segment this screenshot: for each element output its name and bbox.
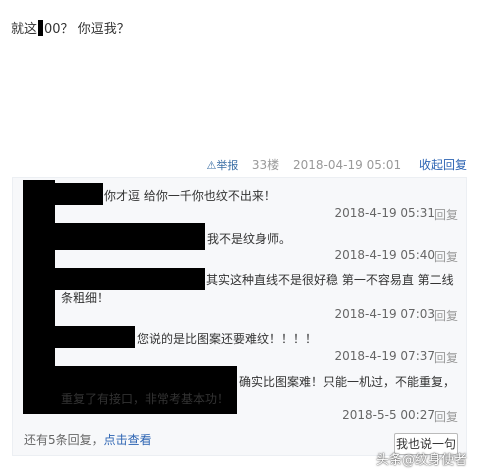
post-content: 就这 00？ 你逗我？ xyxy=(11,18,130,37)
reply-text: 我不是纹身师。 xyxy=(207,232,292,246)
collapse-replies-link[interactable]: 收起回复 xyxy=(419,158,467,172)
reply-time: 2018-5-5 00:27 xyxy=(342,408,435,422)
reply-time: 2018-4-19 05:40 xyxy=(334,248,436,262)
post-meta-bar: ⚠举报 33楼 2018-04-19 05:01 收起回复 xyxy=(207,156,467,172)
redaction-block xyxy=(55,326,135,348)
reply-button[interactable]: 回复 xyxy=(434,349,458,366)
reply-text-continued: 条粗细！ xyxy=(61,291,110,305)
reply-text: 你才逗 给你一千你也纹不出来！ xyxy=(104,189,276,203)
reply-button[interactable]: 回复 xyxy=(434,206,458,223)
post-text-before: 就这 xyxy=(11,22,38,37)
report-label: 举报 xyxy=(216,159,239,172)
post-time: 2018-04-19 05:01 xyxy=(293,158,402,172)
warning-triangle-icon: ⚠ xyxy=(206,159,217,172)
reply-button[interactable]: 回复 xyxy=(434,408,458,425)
more-replies: 还有5条回复，点击查看 xyxy=(24,431,152,448)
watermark: 头条@纹身使者 xyxy=(375,453,467,468)
redaction-block xyxy=(55,223,205,250)
reply-text: 其实这种直线不是很好稳 第一不容易直 第二线 xyxy=(206,273,454,287)
redaction-block xyxy=(38,20,44,36)
view-more-link[interactable]: 点击查看 xyxy=(104,433,152,447)
reply-time: 2018-4-19 07:37 xyxy=(334,349,436,363)
floor-number: 33楼 xyxy=(251,158,280,172)
reply-text: 确实比图案难！只能一机过，不能重复， xyxy=(239,375,456,389)
reply-text: 您说的是比图案还要难纹！！！！ xyxy=(137,332,318,346)
redaction-block xyxy=(55,183,103,205)
redaction-block xyxy=(23,180,55,414)
reply-time: 2018-4-19 05:31 xyxy=(334,206,436,220)
reply-time: 2018-4-19 07:03 xyxy=(334,307,436,321)
post-text-after: 00？ 你逗我？ xyxy=(44,22,130,37)
more-replies-text: 还有5条回复， xyxy=(24,433,104,447)
reply-list: 你才逗 给你一千你也纹不出来！ 2018-4-19 05:31 回复 我不是纹身… xyxy=(12,177,467,456)
reply-text-continued: 重复了有接口，非常考基本功！ xyxy=(61,392,230,406)
reply-button[interactable]: 回复 xyxy=(434,307,458,324)
redaction-block xyxy=(55,268,205,290)
reply-button[interactable]: 回复 xyxy=(434,248,458,265)
report-link[interactable]: ⚠举报 xyxy=(207,159,242,172)
